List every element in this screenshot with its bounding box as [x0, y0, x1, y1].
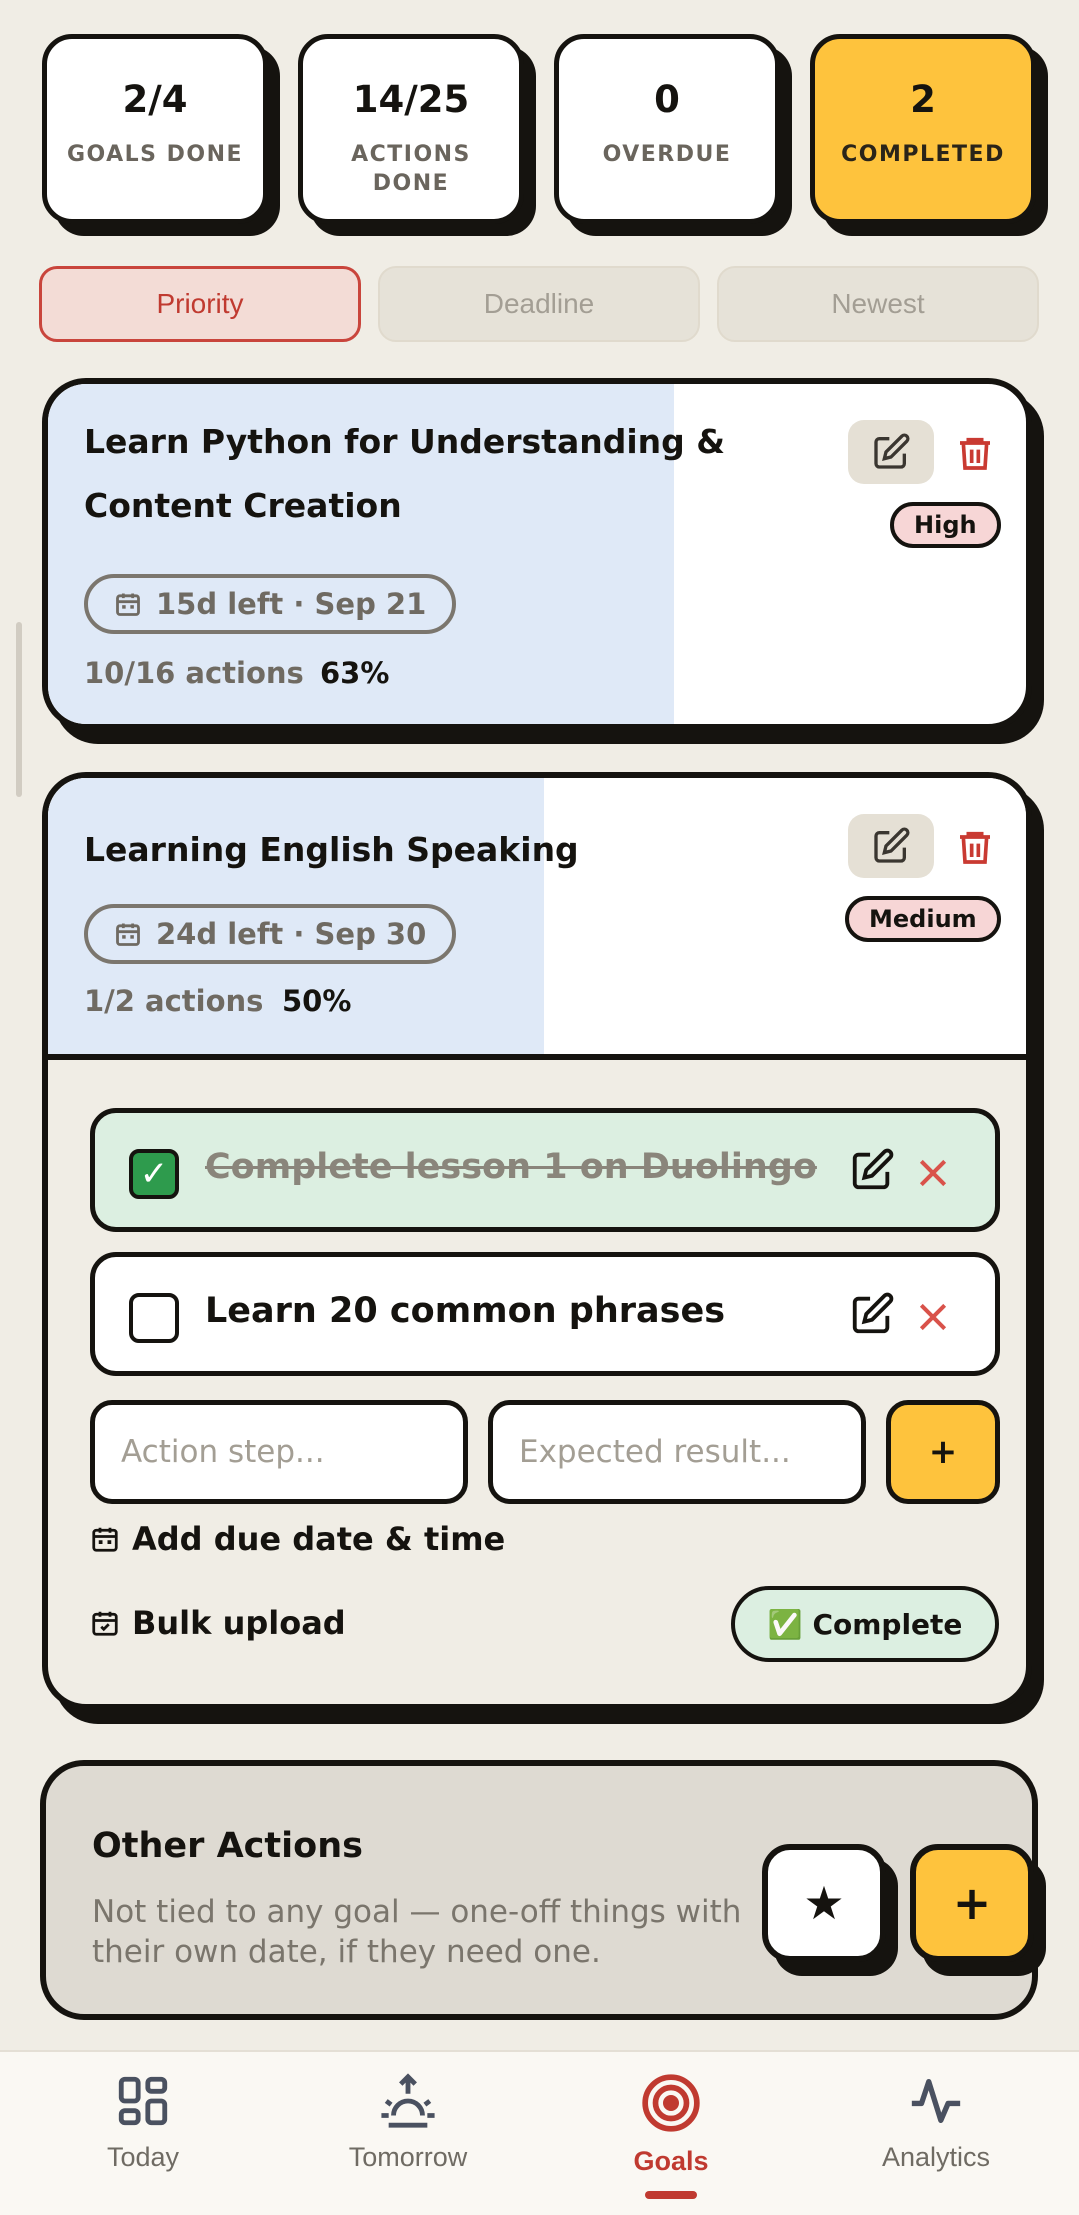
trash-icon	[960, 437, 990, 470]
scrollbar[interactable]	[16, 622, 22, 797]
delete-goal-button[interactable]	[950, 426, 1000, 480]
nav-today[interactable]: Today	[33, 2072, 253, 2173]
nav-label: Goals	[633, 2146, 709, 2176]
action-step-input[interactable]: Action step...	[90, 1400, 468, 1504]
edit-action-icon[interactable]	[849, 1291, 895, 1337]
edit-icon	[874, 827, 910, 863]
other-actions-title: Other Actions	[92, 1826, 363, 1866]
deadline-text: 15d left · Sep 21	[156, 587, 427, 621]
actions-count: 1/2 actions	[84, 984, 264, 1018]
nav-analytics[interactable]: Analytics	[826, 2072, 1046, 2173]
add-action-button[interactable]: +	[886, 1400, 1000, 1504]
calendar-icon	[116, 923, 140, 946]
activity-icon	[911, 2079, 961, 2123]
stat-value: 0	[654, 78, 680, 121]
calendar-icon	[116, 593, 140, 616]
check-emoji-icon: ✅	[767, 1607, 803, 1641]
bulk-upload-link[interactable]: Bulk upload	[90, 1604, 346, 1642]
add-fab[interactable]: +	[910, 1844, 1034, 1962]
grid-icon	[118, 2076, 168, 2126]
stat-actions-done: 14/25 ACTIONS DONE	[298, 34, 524, 224]
trash-icon	[960, 831, 990, 864]
stat-goals-done: 2/4 GOALS DONE	[42, 34, 268, 224]
other-actions-description: Not tied to any goal — one-off things wi…	[92, 1894, 742, 1970]
priority-badge: High	[890, 502, 1001, 548]
other-actions-card[interactable]: Other Actions Not tied to any goal — one…	[40, 1760, 1038, 2020]
stat-value: 2/4	[122, 78, 188, 121]
nav-label: Tomorrow	[348, 2142, 468, 2172]
stat-completed: 2 COMPLETED	[810, 34, 1036, 224]
action-text: Learn 20 common phrases	[205, 1291, 726, 1331]
goal-title: Learning English Speaking	[84, 830, 579, 869]
tab-newest[interactable]: Newest	[717, 266, 1039, 342]
active-indicator	[645, 2191, 697, 2199]
stat-label: OVERDUE	[602, 142, 732, 167]
complete-label: Complete	[812, 1607, 963, 1641]
remove-action-icon[interactable]	[913, 1297, 953, 1337]
target-icon	[642, 2074, 700, 2132]
tab-deadline[interactable]: Deadline	[378, 266, 700, 342]
nav-goals[interactable]: Goals	[561, 2072, 781, 2199]
nav-label: Today	[106, 2142, 180, 2172]
progress-percent: 50%	[282, 984, 352, 1018]
edit-icon	[874, 433, 910, 469]
goal-card[interactable]: Learn Python for Understanding & Content…	[42, 378, 1032, 730]
stat-label: GOALS DONE	[66, 142, 244, 167]
add-due-date-label: Add due date & time	[132, 1520, 506, 1558]
action-text: Complete lesson 1 on Duolingo	[205, 1147, 817, 1187]
bulk-upload-label: Bulk upload	[132, 1604, 346, 1642]
stat-label: ACTIONS DONE	[351, 142, 471, 196]
deadline-text: 24d left · Sep 30	[156, 917, 427, 951]
complete-goal-button[interactable]: ✅ Complete	[731, 1586, 999, 1662]
bottom-nav: Today Tomorrow Goals Analytics	[0, 2050, 1079, 2215]
calendar-check-icon	[92, 1611, 118, 1636]
remove-action-icon[interactable]	[913, 1153, 953, 1193]
stat-label: COMPLETED	[841, 142, 1005, 167]
calendar-icon	[92, 1527, 118, 1552]
edit-goal-button[interactable]	[848, 814, 934, 878]
progress-percent: 63%	[320, 656, 390, 690]
tab-priority[interactable]: Priority	[39, 266, 361, 342]
add-due-date-link[interactable]: Add due date & time	[90, 1520, 505, 1558]
nav-label: Analytics	[881, 2142, 991, 2172]
goal-title-line: Content Creation	[84, 486, 402, 525]
actions-count: 10/16 actions	[84, 656, 304, 690]
nav-tomorrow[interactable]: Tomorrow	[298, 2072, 518, 2173]
add-action-form: Action step... Expected result... +	[90, 1400, 1000, 1504]
action-checkbox[interactable]	[129, 1293, 179, 1343]
sunrise-icon	[381, 2073, 435, 2128]
stat-value: 2	[910, 78, 936, 121]
deadline-pill: 15d left · Sep 21	[84, 574, 457, 634]
goal-title: Learn Python for Understanding & Content…	[84, 410, 725, 538]
stat-overdue: 0 OVERDUE	[554, 34, 780, 224]
expected-result-input[interactable]: Expected result...	[488, 1400, 866, 1504]
action-item: ✓ Complete lesson 1 on Duolingo	[90, 1108, 1000, 1232]
edit-action-icon[interactable]	[849, 1147, 895, 1193]
delete-goal-button[interactable]	[950, 820, 1000, 874]
action-item: Learn 20 common phrases	[90, 1252, 1000, 1376]
deadline-pill: 24d left · Sep 30	[84, 904, 457, 964]
goal-header: Learning English Speaking 24d left · Sep…	[48, 778, 1026, 1060]
priority-badge: Medium	[845, 896, 1001, 942]
goal-title-line: Learn Python for Understanding &	[84, 422, 726, 461]
edit-goal-button[interactable]	[848, 420, 934, 484]
goal-card[interactable]: Learning English Speaking 24d left · Sep…	[42, 772, 1032, 1710]
action-checkbox[interactable]: ✓	[129, 1149, 179, 1199]
stat-value: 14/25	[352, 78, 470, 121]
favorites-fab[interactable]: ★	[762, 1844, 886, 1962]
